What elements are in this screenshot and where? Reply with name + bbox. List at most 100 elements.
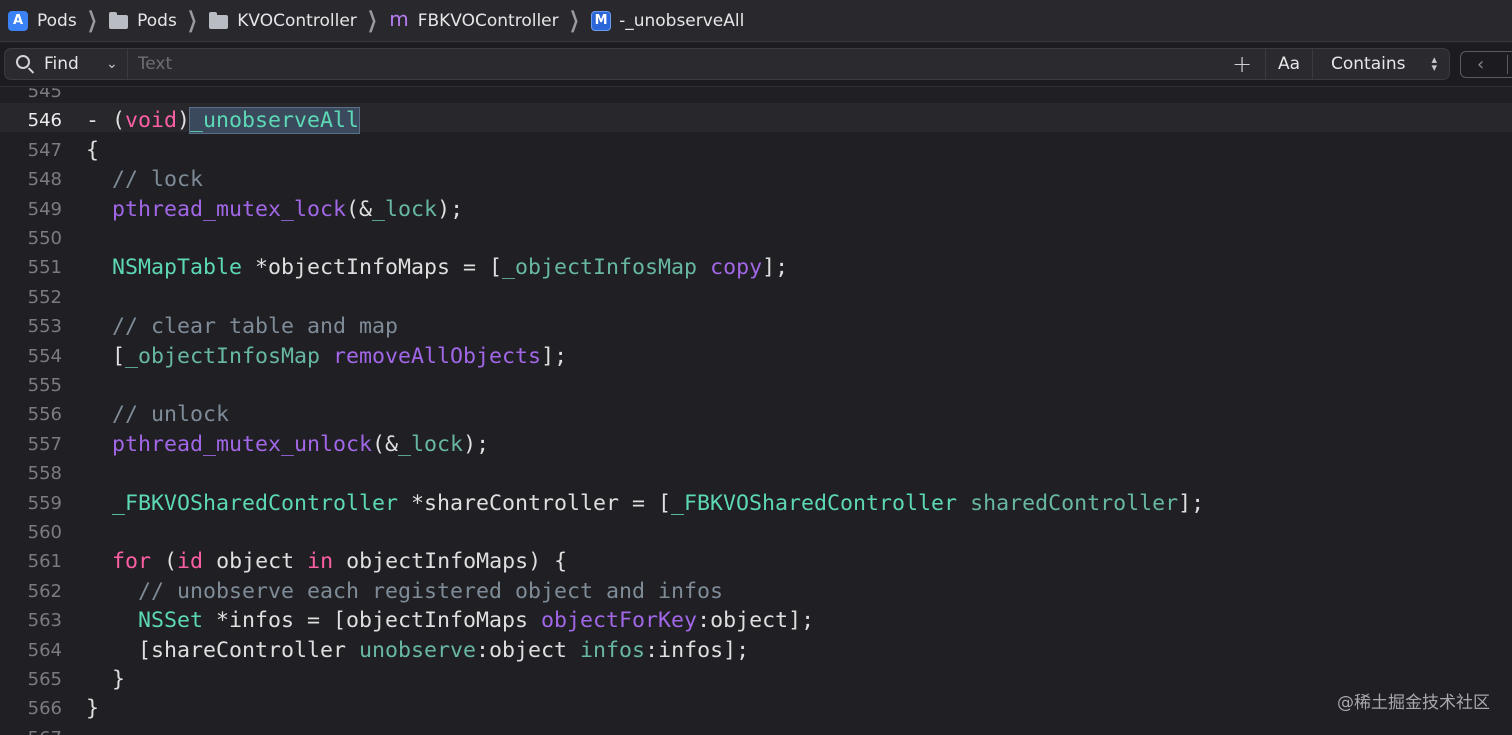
previous-match-button[interactable]: ‹ bbox=[1460, 51, 1512, 78]
line-number: 546 bbox=[27, 110, 62, 132]
line-number: 558 bbox=[27, 463, 62, 485]
line-number: 551 bbox=[27, 257, 62, 279]
line-number: 545 bbox=[27, 88, 62, 102]
match-case-button[interactable]: Aa bbox=[1266, 54, 1312, 74]
code-text: } bbox=[86, 694, 99, 723]
code-token: } bbox=[86, 696, 100, 722]
code-token: sharedController bbox=[970, 490, 1179, 516]
chevron-left-icon: ‹ bbox=[1477, 54, 1485, 75]
code-token: removeAllObjects bbox=[333, 343, 542, 369]
code-token: _FBKVOSharedController bbox=[671, 490, 958, 516]
code-line[interactable]: 558 bbox=[0, 459, 1512, 488]
breadcrumb-item-file[interactable]: m FBKVOController bbox=[389, 7, 559, 33]
folder-icon bbox=[209, 11, 229, 29]
code-line[interactable]: 545 bbox=[0, 88, 1512, 106]
chevron-right-icon: ❯ bbox=[366, 7, 378, 33]
breadcrumb-item-kvocontroller-folder[interactable]: KVOController bbox=[209, 11, 357, 31]
code-token: (& bbox=[372, 431, 399, 457]
code-line[interactable]: 563 NSSet *infos = [objectInfoMaps objec… bbox=[0, 606, 1512, 635]
code-token: objectForKey bbox=[541, 608, 698, 634]
breadcrumb-label: Pods bbox=[37, 10, 77, 31]
code-text: _FBKVOSharedController *shareController … bbox=[86, 489, 1204, 518]
code-token: pthread_mutex_unlock bbox=[112, 431, 373, 457]
code-line[interactable]: 549 pthread_mutex_lock(&_lock); bbox=[0, 195, 1512, 224]
code-text: // lock bbox=[86, 165, 203, 194]
code-line[interactable]: 557 pthread_mutex_unlock(&_lock); bbox=[0, 430, 1512, 459]
match-mode-selector[interactable]: Contains ▴ ▾ bbox=[1313, 54, 1449, 74]
match-mode-label: Contains bbox=[1331, 54, 1406, 74]
code-line[interactable]: 547 { bbox=[0, 136, 1512, 165]
code-line[interactable]: 565 } bbox=[0, 665, 1512, 694]
code-token: _objectInfosMap bbox=[502, 255, 698, 281]
xcode-project-icon: A bbox=[8, 10, 28, 31]
code-text: NSSet *infos = [objectInfoMaps objectFor… bbox=[86, 606, 814, 635]
code-token: copy bbox=[710, 255, 763, 281]
code-line[interactable]: 548 // lock bbox=[0, 165, 1512, 194]
breadcrumb-item-pods-folder[interactable]: Pods bbox=[109, 11, 177, 31]
up-down-chevron-icon: ▴ ▾ bbox=[1431, 53, 1437, 74]
chevron-down-icon[interactable]: ⌄ bbox=[106, 56, 118, 72]
code-token: _lock bbox=[372, 196, 438, 222]
code-line[interactable]: 546 - (void)_unobserveAll bbox=[0, 106, 1512, 135]
code-line[interactable]: 554 [_objectInfosMap removeAllObjects]; bbox=[0, 342, 1512, 371]
code-line[interactable]: 562 // unobserve each registered object … bbox=[0, 577, 1512, 606]
code-token: // unlock bbox=[112, 402, 230, 428]
line-number: 563 bbox=[27, 610, 62, 632]
code-line[interactable]: 559 _FBKVOSharedController *shareControl… bbox=[0, 489, 1512, 518]
code-line[interactable]: 550 bbox=[0, 224, 1512, 253]
code-line[interactable]: 564 [shareController unobserve:object in… bbox=[0, 636, 1512, 665]
line-number: 565 bbox=[27, 669, 62, 690]
find-bar: Find ⌄ + Aa Contains ▴▾ ‹ bbox=[0, 43, 1512, 87]
code-token: ); bbox=[437, 196, 464, 222]
breadcrumb-label: Pods bbox=[137, 10, 177, 31]
code-line[interactable]: 551 NSMapTable *objectInfoMaps = [_objec… bbox=[0, 253, 1512, 282]
find-mode-selector[interactable]: Find bbox=[44, 54, 106, 74]
code-token: object bbox=[203, 549, 308, 575]
code-line[interactable]: 556 // unlock bbox=[0, 400, 1512, 429]
code-text: pthread_mutex_unlock(&_lock); bbox=[86, 430, 489, 459]
code-token: infos bbox=[580, 637, 646, 663]
code-editor[interactable]: 545 546 - (void)_unobserveAll 547 {548 // lo… bbox=[0, 88, 1512, 735]
code-token: ]; bbox=[762, 255, 789, 281]
breadcrumb-label: FBKVOController bbox=[417, 10, 559, 31]
highlighted-selector: _unobserveAll bbox=[189, 107, 361, 135]
method-icon: M bbox=[591, 10, 612, 31]
chevron-right-icon: ❯ bbox=[186, 7, 198, 33]
code-text: [_objectInfosMap removeAllObjects]; bbox=[86, 342, 567, 371]
code-line[interactable]: 566} bbox=[0, 694, 1512, 723]
add-pattern-button[interactable]: + bbox=[1219, 52, 1265, 76]
breadcrumb-item-method[interactable]: M -_unobserveAll bbox=[591, 10, 744, 31]
code-token: _lock bbox=[398, 431, 464, 457]
code-token: NSMapTable bbox=[112, 255, 243, 281]
code-line[interactable]: 553 // clear table and map bbox=[0, 312, 1512, 341]
code-line[interactable]: 560 bbox=[0, 518, 1512, 547]
code-line[interactable]: 555 bbox=[0, 371, 1512, 400]
code-token: *infos = [objectInfoMaps bbox=[203, 608, 542, 634]
code-token: _FBKVOSharedController bbox=[112, 490, 399, 516]
code-line[interactable]: 552 bbox=[0, 283, 1512, 312]
code-line[interactable]: 561 for (id object in objectInfoMaps) { bbox=[0, 547, 1512, 576]
line-number: 564 bbox=[27, 639, 62, 661]
code-text: for (id object in objectInfoMaps) { bbox=[86, 547, 567, 576]
code-text: pthread_mutex_lock(&_lock); bbox=[86, 195, 463, 224]
code-line[interactable]: 567 bbox=[0, 724, 1512, 735]
line-number: 555 bbox=[27, 375, 62, 396]
code-text: // unlock bbox=[86, 400, 229, 429]
breadcrumb-item-pods-project[interactable]: A Pods bbox=[8, 10, 77, 31]
code-token: (& bbox=[346, 196, 373, 222]
code-text: - (void)_unobserveAll bbox=[86, 106, 361, 135]
code-token: // lock bbox=[112, 167, 204, 193]
code-token: unobserve bbox=[359, 637, 477, 663]
line-number: 547 bbox=[27, 139, 62, 161]
find-input[interactable] bbox=[127, 49, 1219, 79]
code-token: [shareController bbox=[86, 637, 360, 663]
